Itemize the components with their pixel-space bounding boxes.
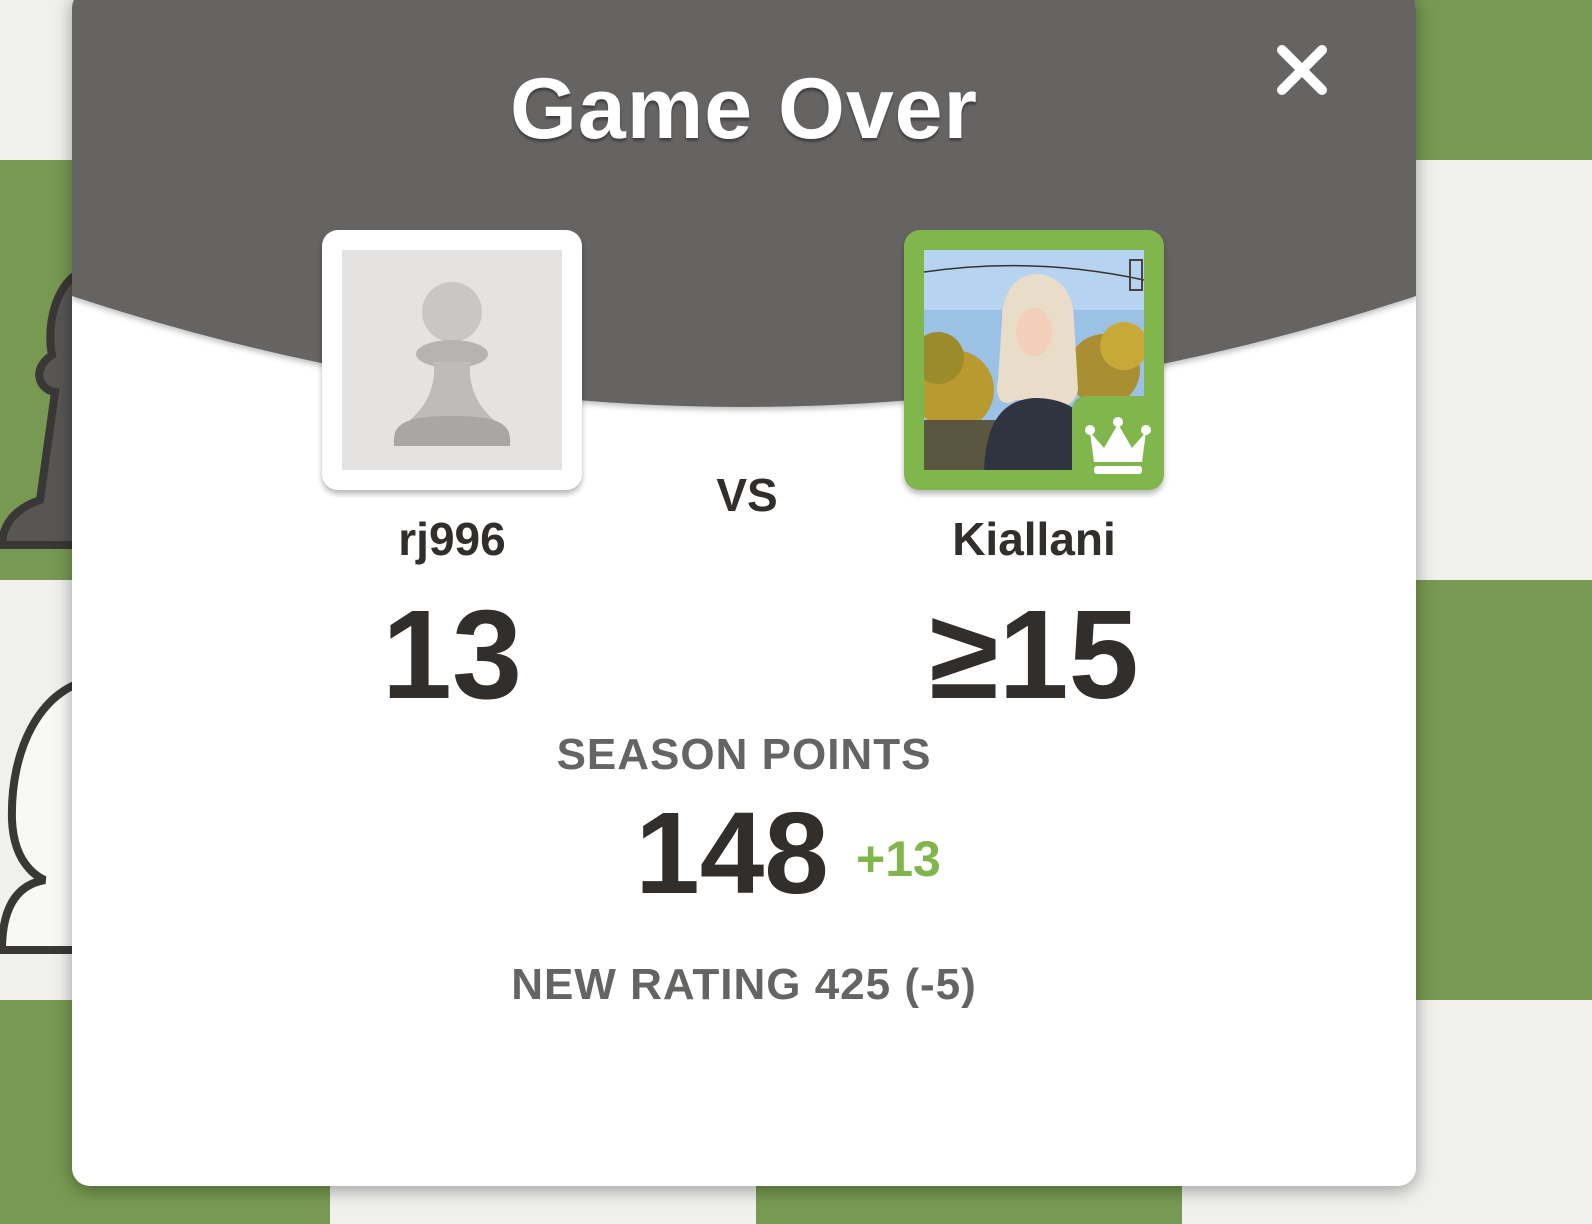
player-avatar-right[interactable] [904, 230, 1164, 490]
season-points-delta: +13 [856, 831, 941, 887]
season-points-label: SEASON POINTS [556, 730, 932, 779]
versus-label: VS [716, 469, 778, 521]
player-name-right[interactable]: Kiallani [854, 512, 1214, 566]
crown-badge [1072, 396, 1164, 490]
player-name-left[interactable]: rj996 [272, 512, 632, 566]
game-over-modal: Game Over VS rj996 Kiallani 13 ≥15 SEASO… [72, 0, 1416, 1186]
pawn-avatar-icon [342, 250, 562, 470]
close-icon[interactable] [1270, 38, 1334, 102]
player-avatar-left[interactable] [322, 230, 582, 490]
board-square [1410, 580, 1592, 1000]
modal-title: Game Over [510, 61, 978, 157]
board-square [1410, 0, 1592, 160]
board-square [1410, 160, 1592, 580]
player-score-right: ≥15 [929, 584, 1139, 725]
season-points-value: 148 [635, 788, 829, 918]
new-rating-text: NEW RATING 425 (-5) [511, 960, 977, 1009]
player-score-left: 13 [381, 584, 523, 725]
crown-icon [1085, 417, 1151, 474]
